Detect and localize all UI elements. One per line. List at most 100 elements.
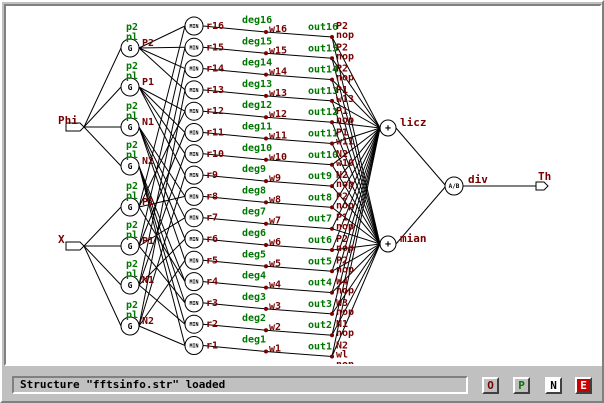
network-canvas[interactable]: Phi X Gp2 pl P2 Gp2 pl P1 Gp2 pl N1 Gp2 pl N2 Gp2 pl P2 G… (4, 4, 602, 366)
weight-dot[interactable] (264, 328, 268, 333)
weight-dot[interactable] (264, 285, 268, 290)
div-label: div (468, 173, 488, 186)
g-side-label: P1 (142, 77, 154, 88)
degree-label: deg6 (242, 228, 266, 239)
min-node-symbol: MIN (189, 344, 198, 350)
min-rule-label: r4 (206, 277, 218, 288)
min-rule-label: r12 (206, 106, 224, 117)
out-right-bottom-label: w10 (336, 158, 354, 169)
g-node-symbol: G (128, 242, 133, 251)
out-dot[interactable] (330, 311, 334, 316)
out-dot[interactable] (330, 77, 334, 82)
out-dot[interactable] (330, 226, 334, 231)
out-dot[interactable] (330, 162, 334, 167)
degree-label: deg16 (242, 15, 272, 26)
weight-label: w7 (269, 216, 281, 227)
out-dot[interactable] (330, 35, 334, 39)
weight-dot[interactable] (264, 93, 268, 98)
weight-dot[interactable] (264, 157, 268, 162)
out-right-bottom-label: nop (336, 30, 354, 41)
out-dot[interactable] (330, 269, 334, 274)
o-button[interactable]: O (482, 377, 499, 394)
min-node-symbol: MIN (189, 88, 198, 94)
out-label: out4 (308, 278, 332, 289)
out-dot[interactable] (330, 56, 334, 61)
degree-label: deg1 (242, 335, 266, 346)
weight-dot[interactable] (264, 264, 268, 269)
weight-dot[interactable] (264, 243, 268, 247)
out-label: out1 (308, 342, 332, 353)
phi-to-g-wire (83, 126, 122, 167)
e-button[interactable]: E (575, 377, 592, 394)
weight-dot[interactable] (264, 200, 268, 205)
g-node-symbol: G (128, 83, 133, 92)
out-dot[interactable] (330, 184, 334, 189)
out-right-bottom-label: nop (336, 73, 354, 84)
weight-label: w5 (269, 258, 281, 269)
div-node-symbol: A/B (449, 183, 460, 190)
x-to-g-wire (83, 245, 122, 286)
weight-dot[interactable] (264, 221, 268, 226)
min-node-symbol: MIN (189, 131, 198, 137)
out-dot[interactable] (330, 120, 334, 125)
out-dot[interactable] (330, 290, 334, 295)
degree-label: deg8 (242, 185, 266, 196)
min-node-symbol: MIN (189, 24, 198, 30)
degree-label: deg2 (242, 313, 266, 324)
min-rule-label: r7 (206, 213, 218, 224)
min-node-symbol: MIN (189, 45, 198, 51)
min-node-symbol: MIN (189, 109, 198, 115)
fuzzy-network-diagram[interactable]: PhiXGp2plP2Gp2plP1Gp2plN1Gp2plN2Gp2plP2G… (6, 6, 600, 364)
out-label: out14 (308, 65, 338, 76)
out-dot[interactable] (330, 205, 334, 210)
nodes (65, 16, 549, 359)
licz-sum-symbol: + (385, 123, 391, 134)
degree-label: deg3 (242, 292, 266, 303)
out-dot[interactable] (330, 248, 334, 252)
licz-to-div-wire (395, 127, 447, 187)
weight-dot[interactable] (264, 30, 268, 34)
g-param-bottom-label: pl (126, 111, 138, 122)
g-to-min-wire (138, 47, 186, 70)
weight-label: w6 (269, 237, 281, 248)
out-dot[interactable] (330, 141, 334, 146)
th-output-connector[interactable] (535, 181, 549, 191)
p-button[interactable]: P (513, 377, 530, 394)
out-label: out10 (308, 150, 338, 161)
weight-label: w11 (269, 131, 287, 142)
g-side-label: N2 (142, 316, 154, 327)
out-dot[interactable] (330, 354, 334, 359)
g-param-bottom-label: pl (126, 150, 138, 161)
min-rule-label: r9 (206, 170, 218, 181)
g-param-bottom-label: pl (126, 310, 138, 321)
g-side-label: P1 (142, 236, 154, 247)
out-label: out15 (308, 43, 338, 54)
out-right-bottom-label: nop (336, 307, 354, 318)
degree-label: deg10 (242, 143, 272, 154)
weight-dot[interactable] (264, 306, 268, 311)
out-label: out13 (308, 86, 338, 97)
g-side-label: P2 (142, 38, 154, 49)
out-right-bottom-label: w11 (336, 137, 354, 148)
out-dot[interactable] (330, 333, 334, 338)
weight-dot[interactable] (264, 51, 268, 56)
weight-dot[interactable] (264, 179, 268, 184)
weight-dot[interactable] (264, 136, 268, 141)
weight-dot[interactable] (264, 115, 268, 120)
min-node-symbol: MIN (189, 280, 198, 286)
out-right-bottom-label: nop (336, 243, 354, 254)
min-node-symbol: MIN (189, 194, 198, 200)
n-button[interactable]: N (545, 377, 562, 394)
out-right-bottom-label: nop (336, 179, 354, 190)
x-input-connector[interactable] (65, 241, 85, 251)
out-dot[interactable] (330, 98, 334, 103)
weight-dot[interactable] (264, 349, 268, 354)
out-right-bottom-label: nop (336, 51, 354, 62)
weight-label: w8 (269, 194, 281, 205)
weight-dot[interactable] (264, 72, 268, 77)
g-param-bottom-label: pl (126, 191, 138, 202)
phi-to-g-wire (83, 47, 122, 128)
min-node-symbol: MIN (189, 67, 198, 73)
th-output-label: Th (538, 170, 551, 183)
degree-label: deg13 (242, 79, 272, 90)
